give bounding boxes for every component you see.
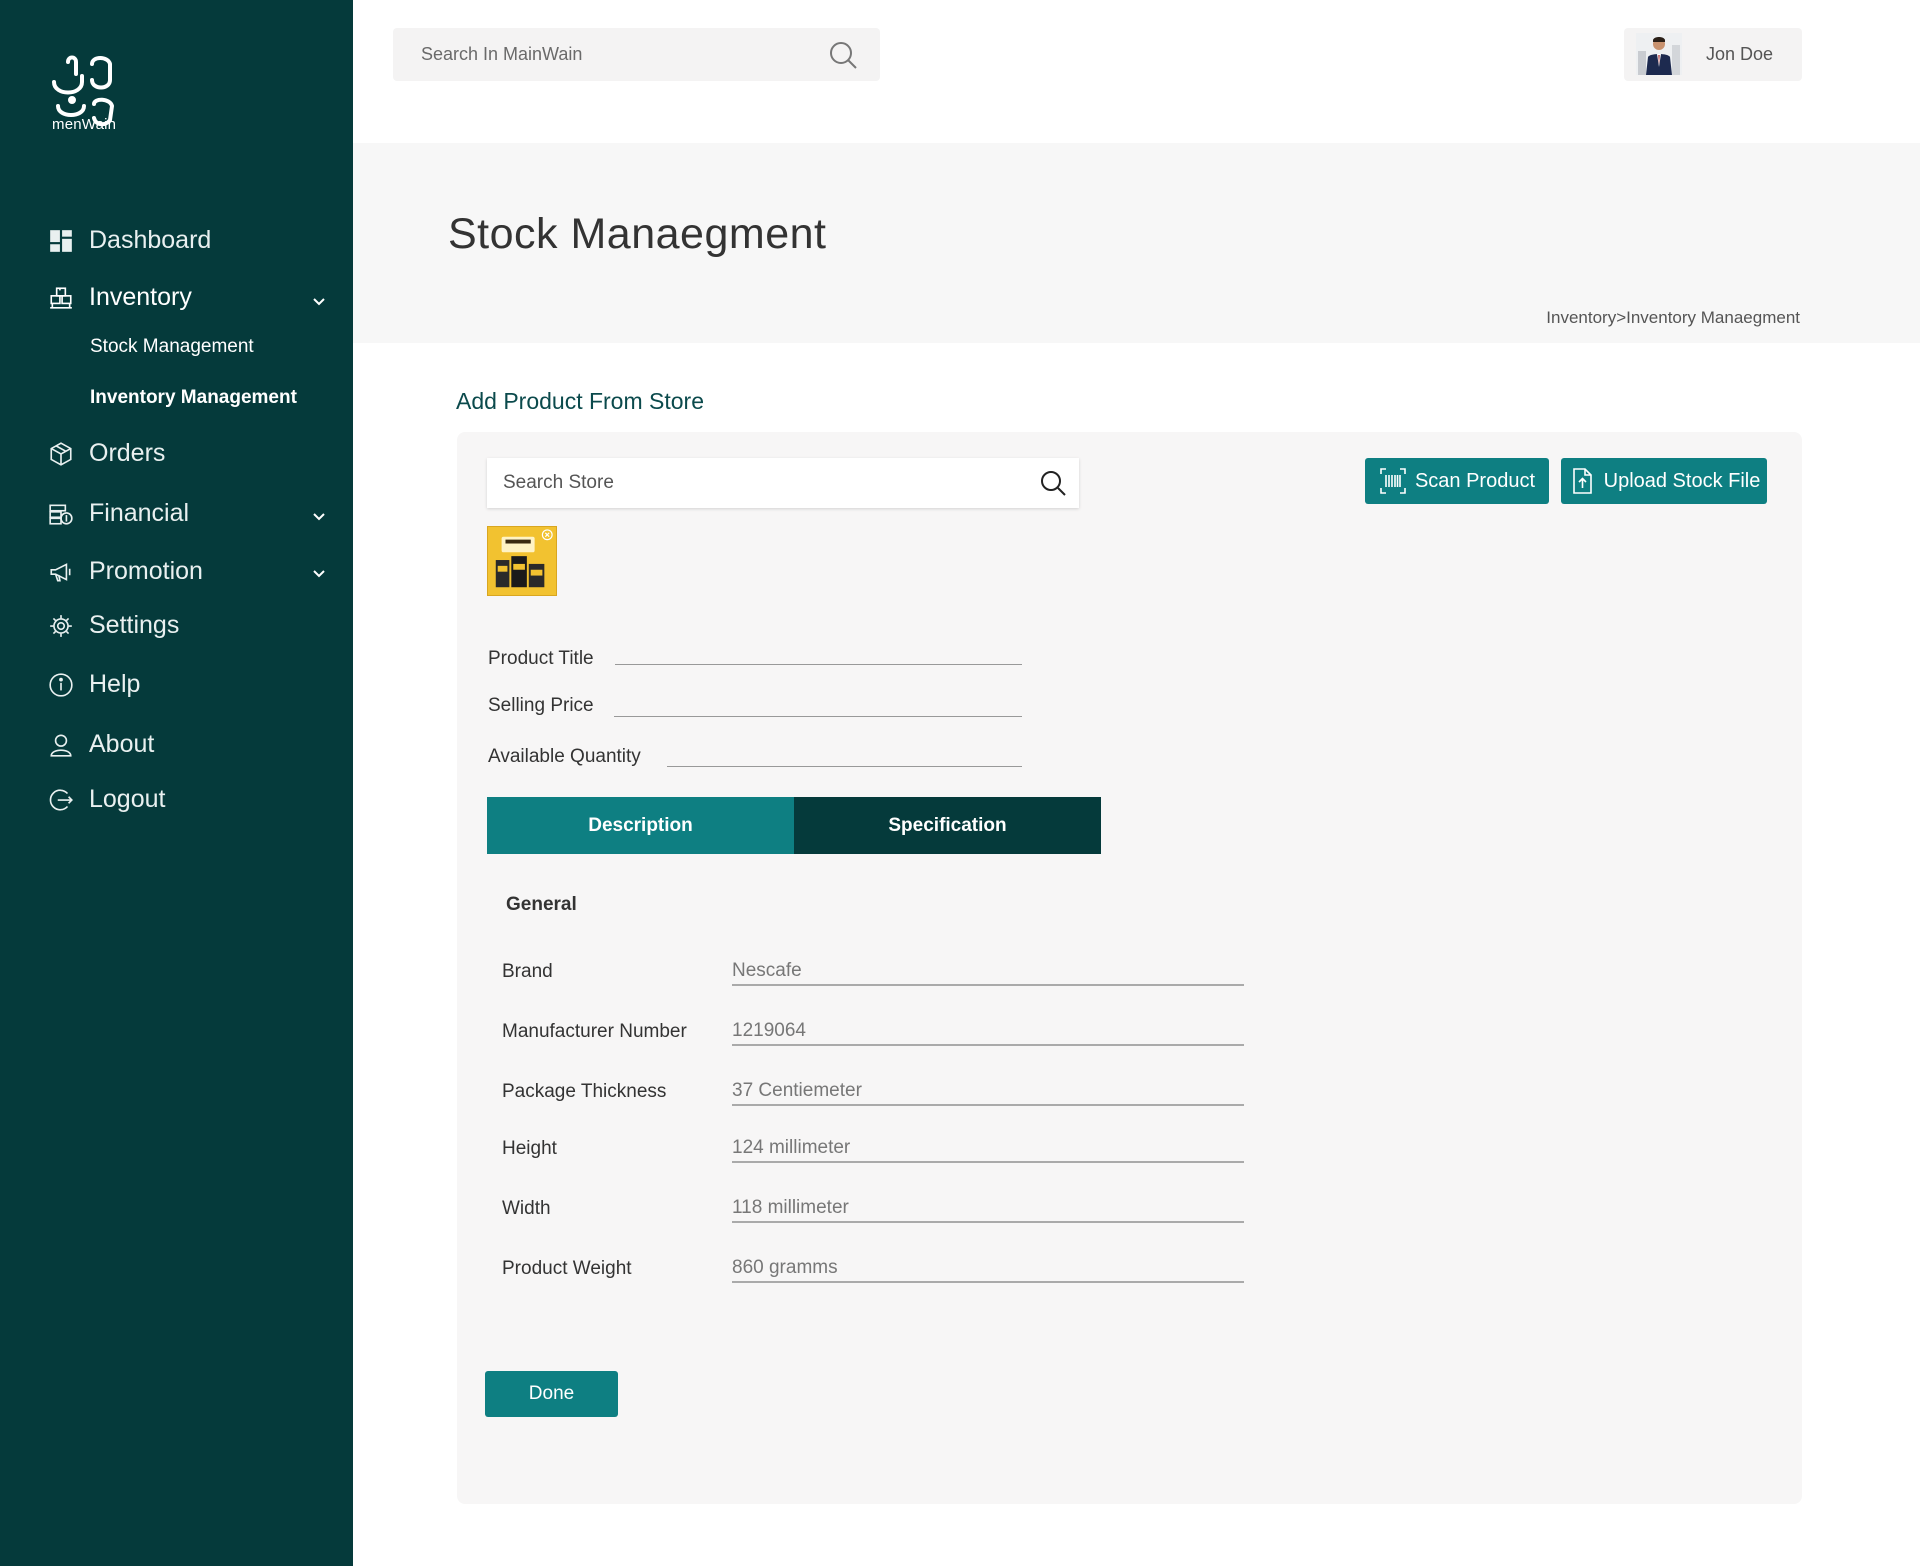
search-icon[interactable] [1039, 469, 1067, 497]
sidebar-item-label: Settings [89, 611, 180, 639]
sidebar-item-promotion[interactable]: Promotion [47, 557, 203, 586]
chevron-down-icon[interactable] [310, 292, 328, 310]
spec-value-product-weight[interactable]: 860 gramms [732, 1257, 1244, 1283]
spec-value-height[interactable]: 124 millimeter [732, 1137, 1244, 1163]
sidebar-item-logout[interactable]: Logout [47, 785, 165, 814]
upload-stock-file-button[interactable]: Upload Stock File [1561, 458, 1767, 504]
scan-product-button[interactable]: Scan Product [1365, 458, 1549, 504]
product-tabs: Description Specification [487, 797, 1101, 854]
user-menu[interactable]: Jon Doe [1624, 28, 1802, 81]
info-icon [47, 671, 75, 699]
sidebar-item-label: About [89, 730, 155, 758]
boxes-icon [47, 284, 75, 312]
spec-label-manufacturer-number: Manufacturer Number [502, 1021, 687, 1042]
package-icon [47, 440, 75, 468]
sidebar-item-inventory[interactable]: Inventory [47, 283, 192, 312]
sidebar-item-label: Inventory [89, 283, 192, 311]
available-quantity-label: Available Quantity [488, 746, 641, 767]
selling-price-field[interactable] [614, 716, 1022, 717]
spec-label-package-thickness: Package Thickness [502, 1081, 667, 1102]
sidebar: menWain Dashboard Inventory Stock Manage… [0, 0, 353, 1566]
sidebar-item-financial[interactable]: Financial [47, 499, 189, 528]
sidebar-item-settings[interactable]: Settings [47, 611, 179, 640]
available-quantity-field[interactable] [667, 766, 1022, 767]
selling-price-label: Selling Price [488, 695, 594, 716]
spec-label-product-weight: Product Weight [502, 1258, 632, 1279]
spec-label-width: Width [502, 1198, 551, 1219]
user-icon [47, 731, 75, 759]
product-title-label: Product Title [488, 648, 594, 669]
sidebar-item-help[interactable]: Help [47, 670, 140, 699]
spec-label-height: Height [502, 1138, 557, 1159]
product-thumbnail[interactable] [487, 526, 557, 596]
global-search[interactable] [393, 28, 880, 81]
sidebar-subitem-inventory-management[interactable]: Inventory Management [90, 387, 297, 409]
sidebar-item-label: Financial [89, 499, 190, 527]
sidebar-item-label: Help [89, 670, 141, 698]
breadcrumb[interactable]: Inventory>Inventory Manaegment [1546, 308, 1800, 328]
spec-label-brand: Brand [502, 961, 553, 982]
sidebar-item-about[interactable]: About [47, 730, 154, 759]
sidebar-item-dashboard[interactable]: Dashboard [47, 226, 211, 255]
product-title-field[interactable] [615, 664, 1022, 665]
sidebar-item-label: Promotion [89, 557, 203, 585]
done-button[interactable]: Done [485, 1371, 618, 1417]
tab-description[interactable]: Description [487, 797, 794, 854]
logo-text: menWain [52, 116, 117, 133]
upload-stock-file-label: Upload Stock File [1603, 469, 1761, 492]
spec-value-width[interactable]: 118 millimeter [732, 1197, 1244, 1223]
page-title: Stock Manaegment [448, 210, 827, 258]
sidebar-item-label: Logout [89, 785, 166, 813]
tab-specification[interactable]: Specification [794, 797, 1101, 854]
store-search[interactable] [487, 458, 1079, 508]
sidebar-item-label: Orders [89, 439, 166, 467]
scan-product-label: Scan Product [1414, 469, 1536, 492]
barcode-icon [1380, 468, 1406, 494]
avatar [1636, 33, 1682, 75]
chevron-down-icon[interactable] [310, 507, 328, 525]
upload-file-icon [1572, 468, 1592, 494]
spec-group-title: General [506, 894, 577, 915]
sidebar-item-label: Dashboard [89, 226, 212, 254]
search-icon[interactable] [828, 40, 858, 70]
gear-icon [47, 612, 75, 640]
chevron-down-icon[interactable] [310, 564, 328, 582]
spec-value-package-thickness[interactable]: 37 Centiemeter [732, 1080, 1244, 1106]
money-icon [47, 500, 75, 528]
spec-value-manufacturer-number[interactable]: 1219064 [732, 1020, 1244, 1046]
dashboard-icon [47, 227, 75, 255]
sidebar-item-orders[interactable]: Orders [47, 439, 165, 468]
megaphone-icon [47, 558, 75, 586]
logout-icon [47, 786, 75, 814]
section-title: Add Product From Store [456, 388, 704, 414]
spec-value-brand[interactable]: Nescafe [732, 960, 1244, 986]
sidebar-subitem-stock-management[interactable]: Stock Management [90, 336, 254, 358]
global-search-input[interactable] [421, 44, 801, 65]
store-search-input[interactable] [503, 472, 1003, 494]
user-name: Jon Doe [1706, 44, 1774, 64]
